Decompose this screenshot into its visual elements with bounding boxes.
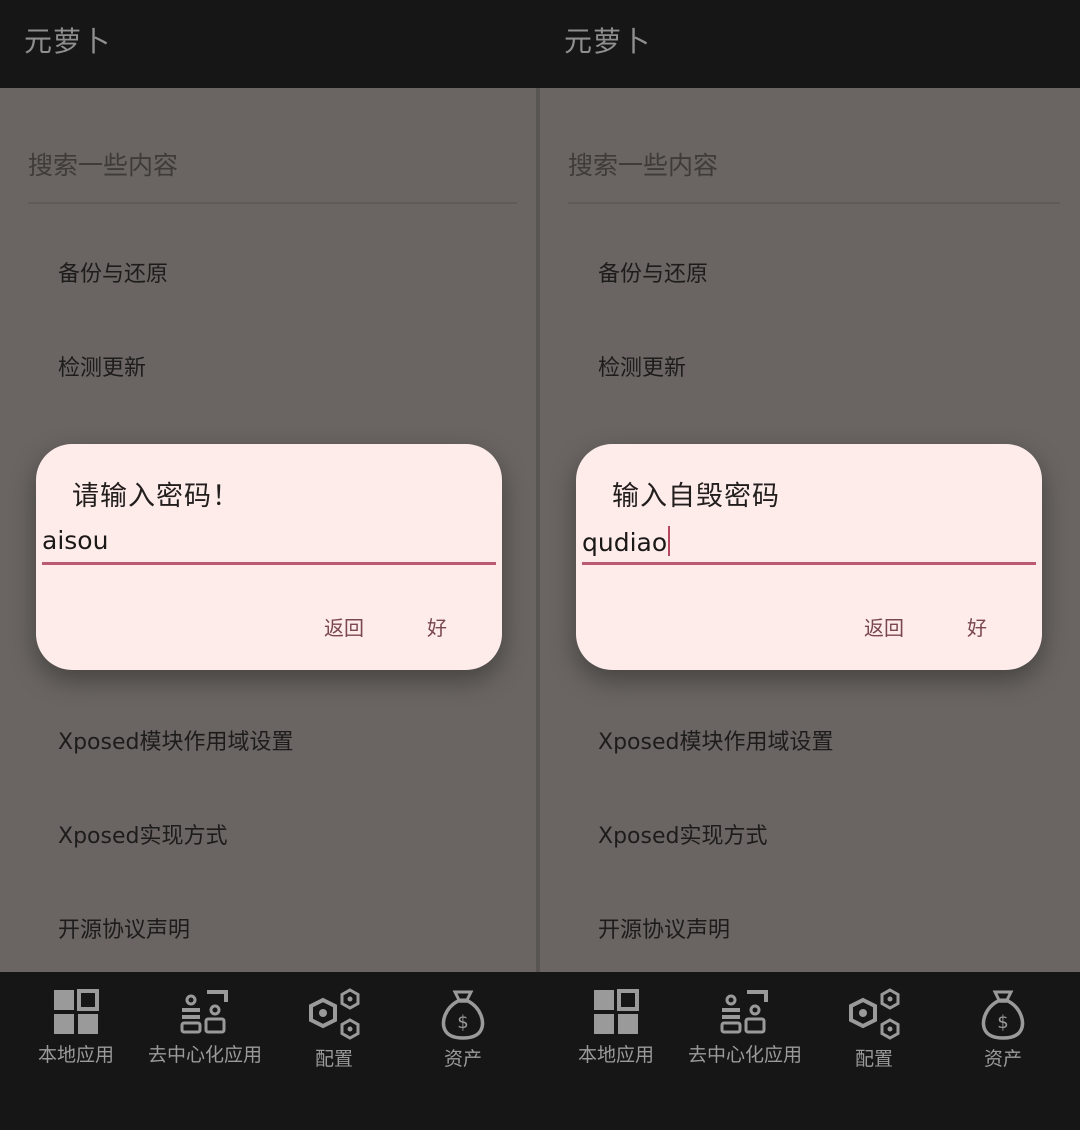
menu-item-xposed-scope[interactable]: Xposed模块作用域设置 [598,724,833,756]
app-title: 元萝卜 [24,25,112,58]
dialog-title: 请输入密码！ [72,481,240,512]
nav-decentralized-apps[interactable]: 去中心化应用 [680,988,810,1067]
bottom-navigation: 本地应用 去中心化应用 配置 $ 资产 [0,972,537,1130]
menu-item-check-update[interactable]: 检测更新 [598,350,686,382]
nav-assets[interactable]: $ 资产 [938,988,1068,1071]
nav-label: 资产 [443,1048,482,1070]
menu-item-xposed-scope[interactable]: Xposed模块作用域设置 [58,724,293,756]
nav-assets[interactable]: $ 资产 [398,988,528,1071]
svg-text:$: $ [457,1012,468,1033]
money-bag-icon: $ [981,990,1025,1040]
people-network-icon [180,990,228,1034]
nav-config[interactable]: 配置 [809,988,939,1071]
search-input[interactable]: 搜索一些内容 [28,146,178,182]
search-divider [568,202,1060,204]
grid-icon [594,989,639,1034]
self-destruct-password-dialog: 输入自毁密码 qudiao 返回 好 [576,444,1042,670]
money-bag-icon: $ [441,990,485,1040]
back-button[interactable]: 返回 [324,612,364,641]
nav-local-apps[interactable]: 本地应用 [551,988,681,1067]
nav-label: 去中心化应用 [147,1044,262,1066]
nav-label: 配置 [314,1048,353,1070]
menu-item-check-update[interactable]: 检测更新 [58,350,146,382]
menu-item-xposed-impl[interactable]: Xposed实现方式 [58,818,227,850]
bottom-navigation: 本地应用 去中心化应用 配置 $ 资产 [540,972,1080,1130]
search-input[interactable]: 搜索一些内容 [568,146,718,182]
hexagons-icon [309,988,360,1040]
password-field[interactable]: qudiao [582,526,1036,566]
search-divider [28,202,517,204]
input-underline [42,562,496,565]
menu-item-xposed-impl[interactable]: Xposed实现方式 [598,818,767,850]
phone-screen-right: 元萝卜 搜索一些内容 备份与还原 检测更新 Xposed模块作用域设置 Xpos… [540,0,1080,1130]
text-cursor [668,526,671,556]
phone-screen-left: 元萝卜 搜索一些内容 备份与还原 检测更新 Xposed模块作用域设置 Xpos… [0,0,537,1130]
nav-local-apps[interactable]: 本地应用 [11,988,141,1067]
nav-label: 配置 [854,1048,893,1070]
menu-item-open-source[interactable]: 开源协议声明 [58,912,190,944]
nav-label: 去中心化应用 [687,1044,802,1066]
menu-item-open-source[interactable]: 开源协议声明 [598,912,730,944]
password-field[interactable]: aisou [42,526,496,566]
nav-decentralized-apps[interactable]: 去中心化应用 [140,988,270,1067]
password-dialog: 请输入密码！ aisou 返回 好 [36,444,502,670]
screen-divider [536,88,540,972]
back-button[interactable]: 返回 [864,612,904,641]
password-value: qudiao [582,528,668,557]
nav-label: 资产 [983,1048,1022,1070]
ok-button[interactable]: 好 [967,612,987,641]
nav-label: 本地应用 [577,1044,654,1066]
menu-item-backup[interactable]: 备份与还原 [598,256,708,288]
input-underline [582,562,1036,565]
app-bar: 元萝卜 [0,0,537,88]
nav-config[interactable]: 配置 [269,988,399,1071]
ok-button[interactable]: 好 [427,612,447,641]
svg-text:$: $ [997,1012,1008,1033]
app-bar: 元萝卜 [540,0,1080,88]
people-network-icon [720,990,768,1034]
password-value: aisou [42,526,109,555]
dialog-title: 输入自毁密码 [612,481,780,512]
hexagons-icon [849,988,900,1040]
menu-item-backup[interactable]: 备份与还原 [58,256,168,288]
app-title: 元萝卜 [564,25,652,58]
nav-label: 本地应用 [37,1044,114,1066]
grid-icon [54,989,99,1034]
